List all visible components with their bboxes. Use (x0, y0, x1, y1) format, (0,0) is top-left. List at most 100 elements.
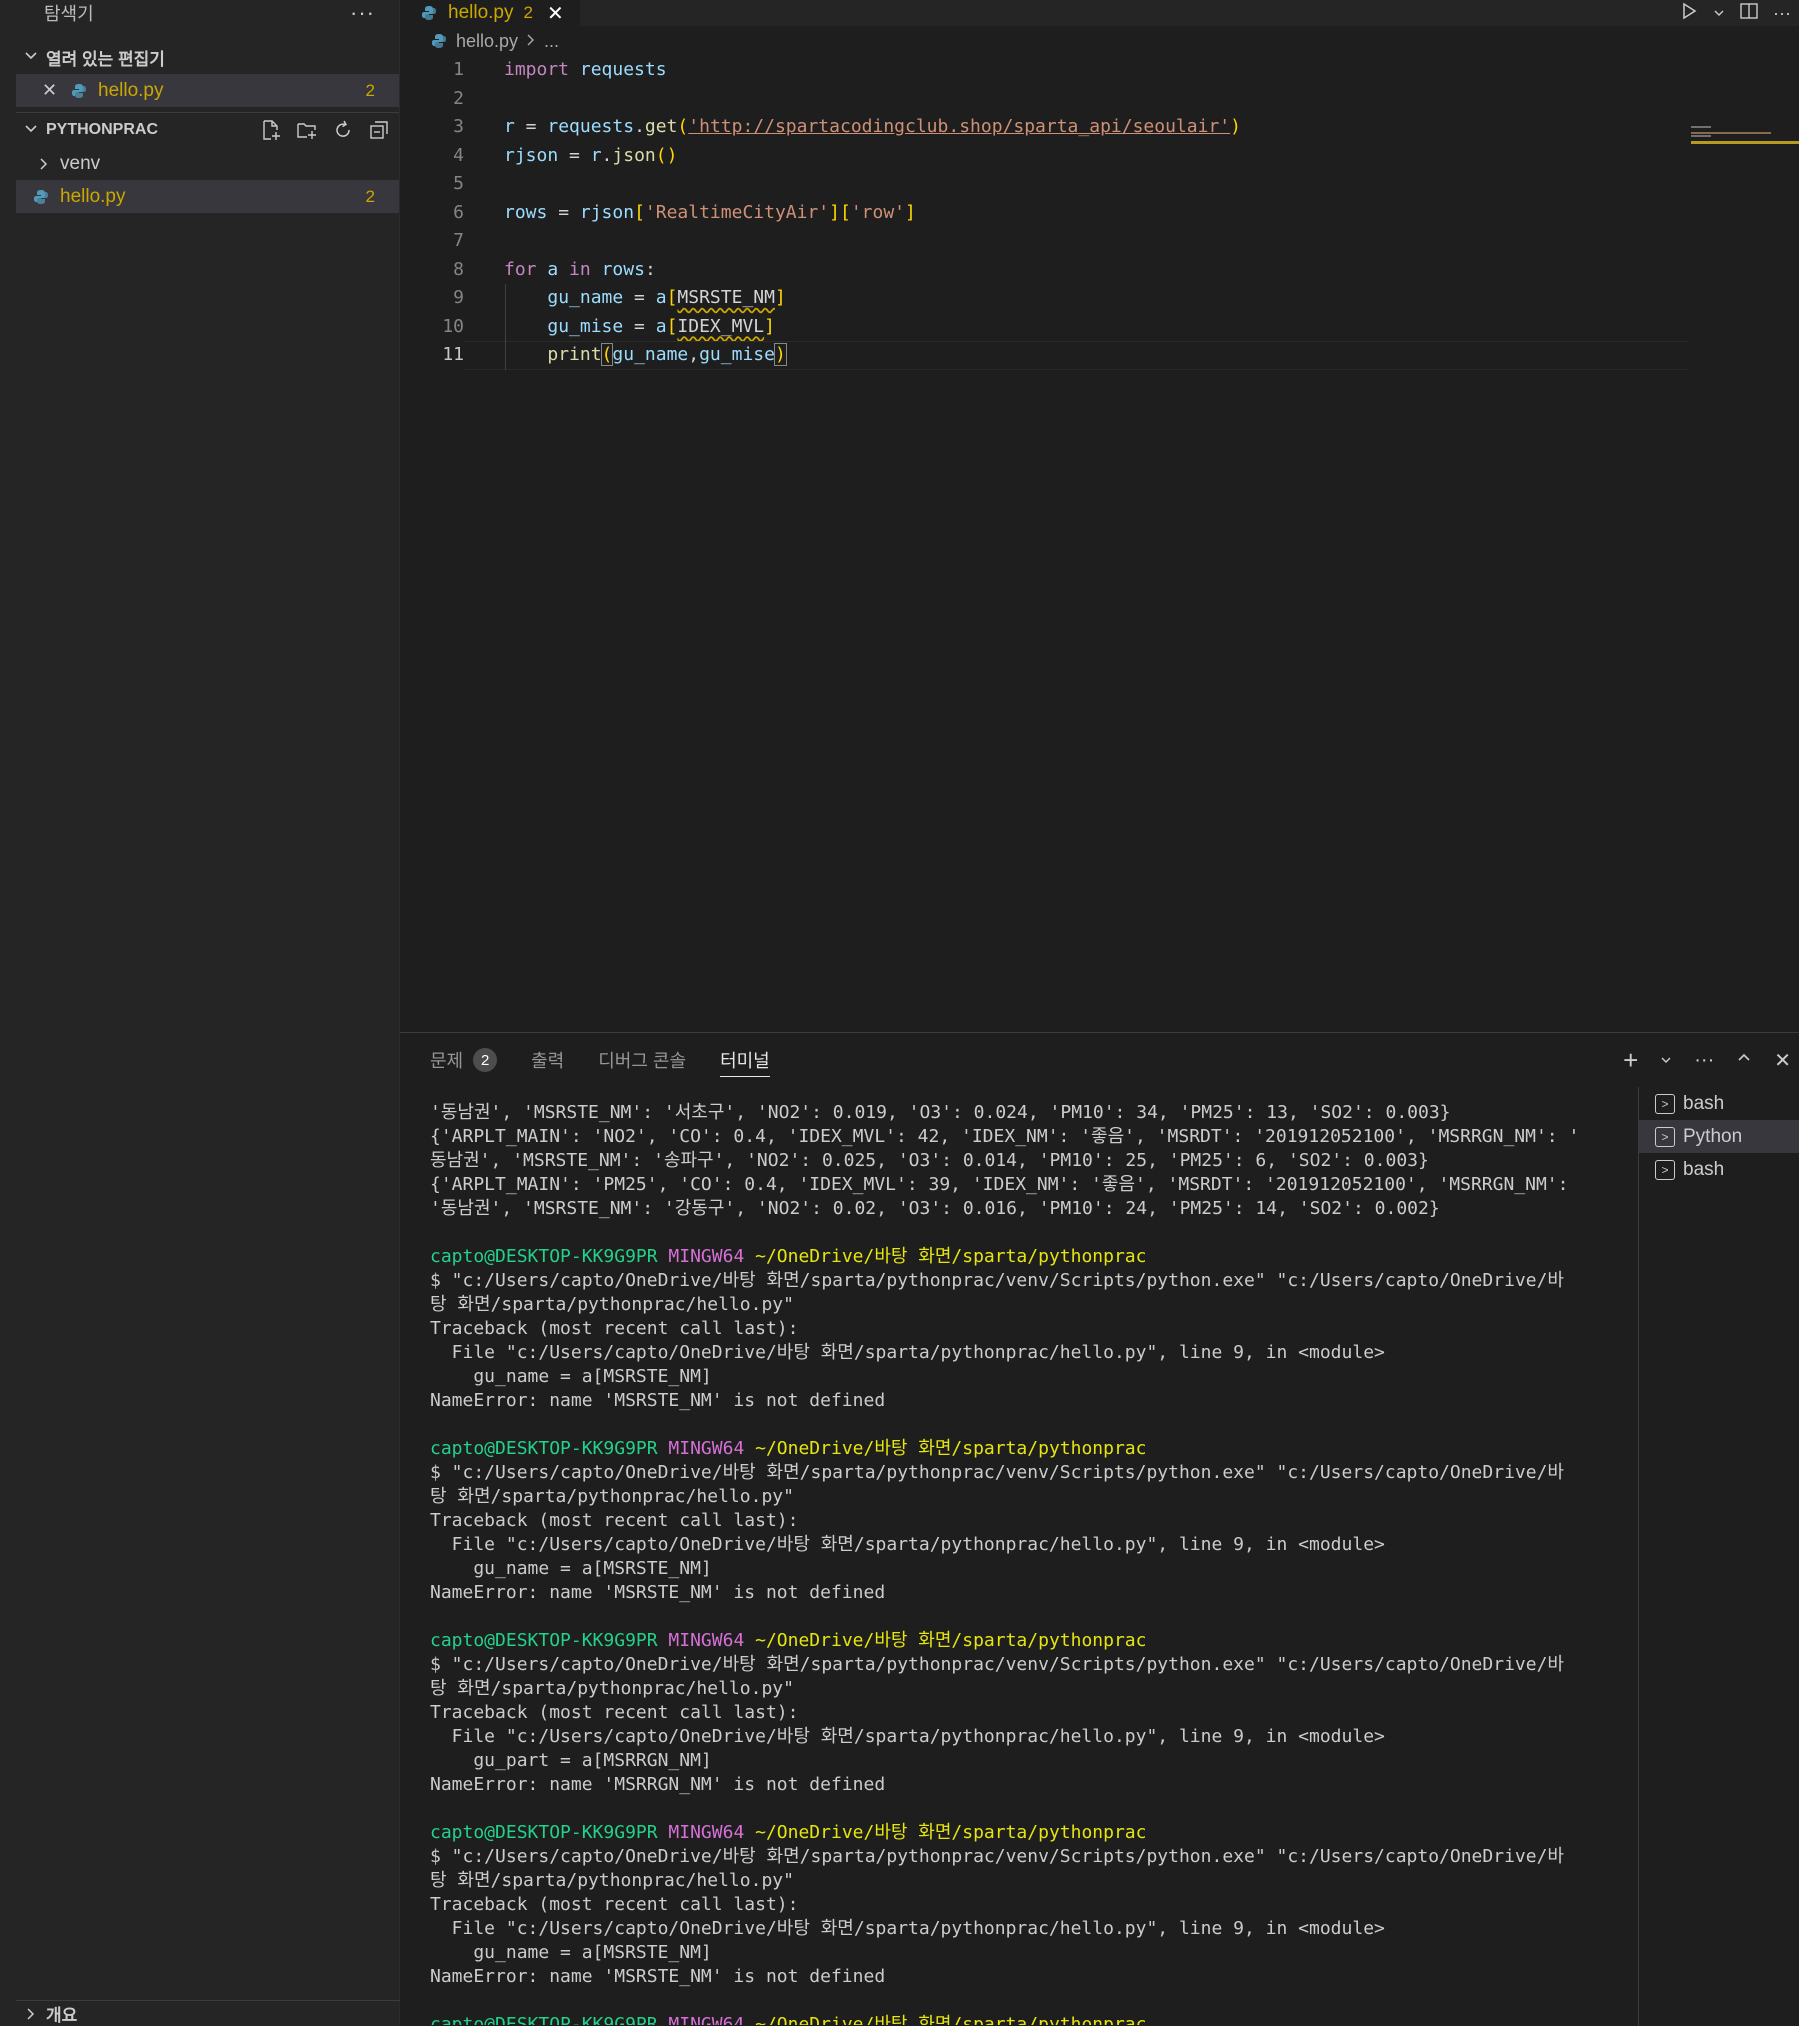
warning-squiggle: MSRSTE_NM (677, 287, 775, 308)
terminal-output-line: {'ARPLT_MAIN': 'NO2', 'CO': 0.4, 'IDEX_M… (430, 1126, 1580, 1147)
project-label: PYTHONPRAC (46, 121, 159, 138)
editor-actions: ··· (1679, 0, 1791, 26)
chevron-right-icon (38, 157, 54, 171)
line-number: 2 (453, 87, 464, 109)
breadcrumb-symbol[interactable]: ... (544, 31, 559, 52)
split-editor-icon[interactable] (1739, 1, 1759, 26)
terminal-prompt: capto@DESKTOP-KK9G9PR MINGW64 ~/OneDrive… (430, 1246, 1147, 1267)
terminal-line: gu_name = a[MSRSTE_NM] (430, 1366, 712, 1387)
line-number: 6 (453, 201, 464, 223)
new-terminal-icon[interactable]: + (1623, 1045, 1638, 1076)
terminal-line: $ "c:/Users/capto/OneDrive/바탕 화면/sparta/… (430, 1270, 1564, 1291)
folder-name: venv (60, 152, 101, 174)
tree-item-venv[interactable]: venv (16, 147, 399, 180)
more-actions-icon[interactable]: ··· (1694, 1049, 1714, 1072)
explorer-sidebar: 탐색기 ··· 열려 있는 편집기 ✕ hello.py 2 PYTHONPRA… (16, 0, 400, 2026)
code-line: 9 gu_name = a[MSRSTE_NM] (400, 284, 1799, 313)
terminal-line: File "c:/Users/capto/OneDrive/바탕 화면/spar… (430, 1726, 1385, 1747)
line-number: 1 (453, 59, 464, 80)
problem-count-badge: 2 (365, 186, 375, 206)
terminal-line: gu_name = a[MSRSTE_NM] (430, 1558, 712, 1579)
new-file-icon[interactable] (259, 118, 283, 142)
tab-hello-py[interactable]: hello.py 2 ✕ (400, 0, 580, 26)
outline-label: 개요 (46, 2006, 78, 2025)
chevron-down-icon[interactable] (1713, 3, 1725, 24)
explorer-title: 탐색기 (44, 4, 94, 24)
tree-item-hello-py[interactable]: hello.py 2 (16, 180, 399, 213)
terminal-line: gu_part = a[MSRRGN_NM] (430, 1750, 712, 1771)
terminal-item-bash[interactable]: > bash (1639, 1087, 1799, 1120)
tab-debug-console[interactable]: 디버그 콘솔 (598, 1033, 686, 1087)
chevron-right-icon (16, 2007, 46, 2021)
more-actions-icon[interactable]: ··· (1773, 3, 1791, 24)
line-number: 10 (442, 315, 464, 337)
tab-terminal[interactable]: 터미널 (720, 1033, 770, 1087)
tab-problem-count: 2 (523, 3, 533, 22)
line-number: 3 (453, 116, 464, 137)
terminal-line: $ "c:/Users/capto/OneDrive/바탕 화면/sparta/… (430, 1654, 1564, 1675)
terminal-output-line: '동남권', 'MSRSTE_NM': '서초구', 'NO2': 0.019,… (430, 1102, 1451, 1123)
problems-count-badge: 2 (473, 1048, 498, 1072)
open-editors-label: 열려 있는 편집기 (46, 49, 165, 69)
line-number: 8 (453, 258, 464, 280)
terminal-item-python[interactable]: > Python (1639, 1120, 1799, 1153)
refresh-icon[interactable] (331, 118, 355, 142)
code-line: 4 rjson = r.json() (400, 142, 1799, 171)
tab-label: hello.py (448, 2, 514, 23)
python-file-icon (430, 32, 448, 50)
chevron-right-icon (526, 31, 536, 52)
close-icon[interactable]: ✕ (547, 1, 564, 26)
line-number: 5 (453, 173, 464, 194)
panel-actions: + ··· ✕ (1623, 1033, 1791, 1087)
terminal-line: Traceback (most recent call last): (430, 1894, 799, 1915)
terminal-line: File "c:/Users/capto/OneDrive/바탕 화면/spar… (430, 1534, 1385, 1555)
terminal-item-bash[interactable]: > bash (1639, 1153, 1799, 1186)
terminal-line: Traceback (most recent call last): (430, 1318, 799, 1339)
tab-problems[interactable]: 문제 2 (430, 1033, 498, 1087)
code-line: 6 rows = rjson['RealtimeCityAir']['row'] (400, 199, 1799, 228)
project-section[interactable]: PYTHONPRAC (16, 113, 399, 147)
chevron-down-icon[interactable] (1660, 1049, 1672, 1072)
terminal-error-line: NameError: name 'MSRSTE_NM' is not defin… (430, 1582, 886, 1603)
terminal-list: > bash > Python > bash (1638, 1087, 1799, 2026)
terminal-line: $ "c:/Users/capto/OneDrive/바탕 화면/sparta/… (430, 1846, 1564, 1867)
close-icon[interactable]: ✕ (42, 80, 64, 101)
terminal-line: 탕 화면/sparta/pythonprac/hello.py" (430, 1678, 794, 1699)
open-editors-section[interactable]: 열려 있는 편집기 (16, 40, 399, 74)
new-folder-icon[interactable] (295, 118, 319, 142)
terminal-icon: > (1655, 1093, 1675, 1114)
terminal-prompt: capto@DESKTOP-KK9G9PR MINGW64 ~/OneDrive… (430, 1438, 1147, 1459)
line-number: 9 (453, 287, 464, 308)
editor-tab-bar: hello.py 2 ✕ ··· (400, 0, 1799, 26)
maximize-panel-icon[interactable] (1736, 1049, 1752, 1072)
open-editor-filename: hello.py (98, 79, 164, 101)
terminal-output-line: {'ARPLT_MAIN': 'PM25', 'CO': 0.4, 'IDEX_… (430, 1174, 1569, 1195)
tab-output[interactable]: 출력 (531, 1033, 564, 1087)
python-file-icon (32, 188, 50, 206)
activity-bar (0, 0, 16, 2026)
outline-section[interactable]: 개요 (16, 2000, 400, 2026)
terminal-prompt-partial: capto@DESKTOP-KK9G9PR MINGW64 ~/OneDrive… (430, 2014, 1147, 2025)
close-panel-icon[interactable]: ✕ (1774, 1048, 1791, 1073)
terminal-error-line: NameError: name 'MSRSTE_NM' is not defin… (430, 1966, 886, 1987)
panel-tab-bar: 문제 2 출력 디버그 콘솔 터미널 + ··· ✕ (400, 1033, 1799, 1087)
code-line: 10 gu_mise = a[IDEX_MVL] (400, 313, 1799, 342)
breadcrumb-file[interactable]: hello.py (456, 31, 518, 52)
terminal-output[interactable]: '동남권', 'MSRSTE_NM': '서초구', 'NO2': 0.019,… (430, 1101, 1630, 2025)
terminal-line: Traceback (most recent call last): (430, 1702, 799, 1723)
indent-guide (505, 284, 506, 370)
more-actions-icon[interactable]: ··· (350, 0, 375, 26)
code-editor[interactable]: 1 import requests 2 3 r = requests.get('… (400, 56, 1799, 1032)
terminal-line: 탕 화면/sparta/pythonprac/hello.py" (430, 1294, 794, 1315)
run-icon[interactable] (1679, 1, 1699, 26)
open-editor-item-hello-py[interactable]: ✕ hello.py 2 (16, 74, 399, 107)
minimap[interactable] (1689, 126, 1799, 156)
explorer-actions (259, 113, 391, 147)
warning-squiggle: IDEX_MVL (677, 315, 765, 337)
collapse-all-icon[interactable] (367, 118, 391, 142)
chevron-down-icon (16, 49, 46, 66)
